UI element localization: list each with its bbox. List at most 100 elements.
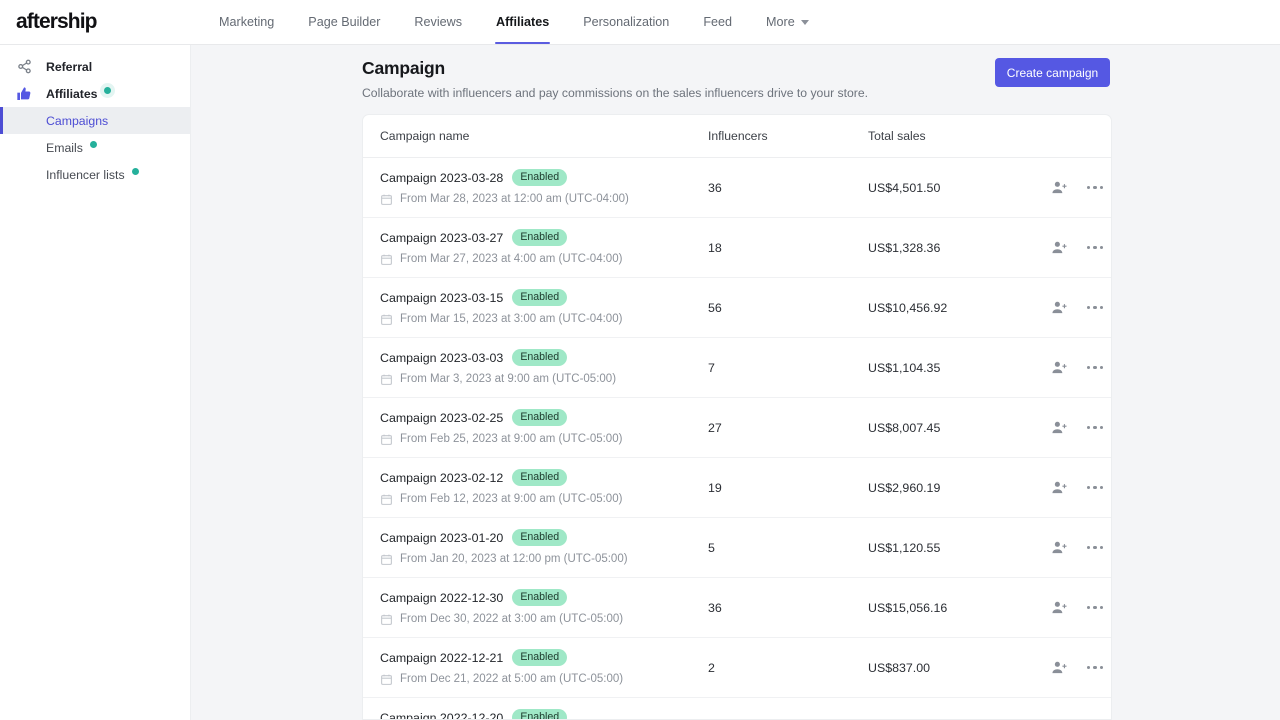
campaign-name: Campaign 2023-03-27 — [380, 231, 503, 245]
campaign-name-cell: Campaign 2023-02-25 Enabled From Feb 25,… — [380, 409, 708, 445]
add-person-icon[interactable] — [1048, 418, 1070, 438]
notification-dot-influencer-lists — [132, 168, 139, 175]
row-actions — [1048, 658, 1112, 678]
tab-affiliates[interactable]: Affiliates — [479, 0, 566, 44]
table-row[interactable]: Campaign 2023-02-12 Enabled From Feb 12,… — [363, 458, 1111, 518]
more-options-icon[interactable] — [1084, 298, 1106, 318]
campaign-name-line: Campaign 2023-02-12 Enabled — [380, 469, 708, 485]
campaign-date: From Mar 3, 2023 at 9:00 am (UTC-05:00) — [400, 373, 616, 385]
table-row[interactable]: Campaign 2022-12-20 Enabled — [363, 698, 1111, 720]
campaign-date: From Mar 27, 2023 at 4:00 am (UTC-04:00) — [400, 253, 622, 265]
table-row[interactable]: Campaign 2023-02-25 Enabled From Feb 25,… — [363, 398, 1111, 458]
campaign-date: From Mar 28, 2023 at 12:00 am (UTC-04:00… — [400, 193, 629, 205]
campaign-name-cell: Campaign 2023-03-27 Enabled From Mar 27,… — [380, 229, 708, 265]
add-person-icon[interactable] — [1048, 238, 1070, 258]
tab-more[interactable]: More — [749, 0, 826, 44]
influencers-count: 27 — [708, 421, 868, 435]
brand-name: aftership — [16, 10, 97, 34]
total-sales-value: US$1,328.36 — [868, 241, 1048, 255]
campaign-date-line: From Feb 12, 2023 at 9:00 am (UTC-05:00) — [380, 493, 708, 506]
tab-feed[interactable]: Feed — [686, 0, 749, 44]
campaign-date: From Dec 30, 2022 at 3:00 am (UTC-05:00) — [400, 613, 623, 625]
sidebar-item-influencer-lists[interactable]: Influencer lists — [0, 161, 190, 188]
calendar-icon — [380, 313, 393, 326]
sidebar-item-referral[interactable]: Referral — [0, 53, 190, 80]
add-person-icon[interactable] — [1048, 298, 1070, 318]
calendar-icon — [380, 673, 393, 686]
campaign-date: From Jan 20, 2023 at 12:00 pm (UTC-05:00… — [400, 553, 628, 565]
column-header-campaign-name: Campaign name — [380, 129, 708, 143]
status-badge: Enabled — [512, 169, 567, 185]
ellipsis-dots — [1087, 486, 1103, 489]
tab-marketing[interactable]: Marketing — [202, 0, 291, 44]
add-person-icon[interactable] — [1048, 658, 1070, 678]
status-badge: Enabled — [512, 349, 567, 365]
campaign-name-line: Campaign 2023-01-20 Enabled — [380, 529, 708, 545]
influencers-count: 2 — [708, 661, 868, 675]
more-options-icon[interactable] — [1084, 178, 1106, 198]
primary-nav: Marketing Page Builder Reviews Affiliate… — [202, 0, 826, 44]
more-options-icon[interactable] — [1084, 478, 1106, 498]
total-sales-value: US$8,007.45 — [868, 421, 1048, 435]
sidebar-item-emails-label: Emails — [46, 141, 83, 155]
total-sales-value: US$2,960.19 — [868, 481, 1048, 495]
sidebar-item-campaigns[interactable]: Campaigns — [0, 107, 190, 134]
ellipsis-dots — [1087, 666, 1103, 669]
campaign-name: Campaign 2022-12-30 — [380, 591, 503, 605]
campaign-name-cell: Campaign 2023-03-03 Enabled From Mar 3, … — [380, 349, 708, 385]
campaign-name-cell: Campaign 2023-03-15 Enabled From Mar 15,… — [380, 289, 708, 325]
add-person-icon[interactable] — [1048, 358, 1070, 378]
add-person-icon[interactable] — [1048, 178, 1070, 198]
add-person-icon[interactable] — [1048, 598, 1070, 618]
more-options-icon[interactable] — [1084, 658, 1106, 678]
table-row[interactable]: Campaign 2022-12-30 Enabled From Dec 30,… — [363, 578, 1111, 638]
more-options-icon[interactable] — [1084, 598, 1106, 618]
table-row[interactable]: Campaign 2023-03-27 Enabled From Mar 27,… — [363, 218, 1111, 278]
influencers-count: 18 — [708, 241, 868, 255]
tab-more-label: More — [766, 15, 795, 29]
tab-reviews[interactable]: Reviews — [397, 0, 479, 44]
ellipsis-dots — [1087, 606, 1103, 609]
campaign-name: Campaign 2023-02-12 — [380, 471, 503, 485]
create-campaign-button[interactable]: Create campaign — [995, 58, 1110, 87]
calendar-icon — [380, 493, 393, 506]
more-options-icon[interactable] — [1084, 538, 1106, 558]
ellipsis-dots — [1087, 546, 1103, 549]
table-row[interactable]: Campaign 2023-03-15 Enabled From Mar 15,… — [363, 278, 1111, 338]
sidebar-item-referral-label: Referral — [46, 60, 92, 74]
more-options-icon[interactable] — [1084, 358, 1106, 378]
row-actions — [1048, 478, 1112, 498]
tab-marketing-label: Marketing — [219, 15, 274, 29]
sidebar-item-affiliates[interactable]: Affiliates — [0, 80, 190, 107]
campaign-name: Campaign 2023-01-20 — [380, 531, 503, 545]
campaign-name-line: Campaign 2023-03-28 Enabled — [380, 169, 708, 185]
table-row[interactable]: Campaign 2023-03-03 Enabled From Mar 3, … — [363, 338, 1111, 398]
aftership-logo[interactable]: aftership — [0, 0, 190, 44]
tab-personalization[interactable]: Personalization — [566, 0, 686, 44]
app-root: aftership Marketing Page Builder Reviews… — [0, 0, 1280, 720]
campaign-name-cell: Campaign 2023-03-28 Enabled From Mar 28,… — [380, 169, 708, 205]
status-badge: Enabled — [512, 289, 567, 305]
ellipsis-dots — [1087, 426, 1103, 429]
sidebar-item-emails[interactable]: Emails — [0, 134, 190, 161]
campaign-name-line: Campaign 2023-03-27 Enabled — [380, 229, 708, 245]
sidebar: Referral Affiliates Campaigns Emails Inf… — [0, 45, 191, 720]
campaign-date: From Feb 25, 2023 at 9:00 am (UTC-05:00) — [400, 433, 622, 445]
more-options-icon[interactable] — [1084, 238, 1106, 258]
campaign-name-cell: Campaign 2022-12-20 Enabled — [380, 709, 708, 720]
status-badge: Enabled — [512, 229, 567, 245]
status-badge: Enabled — [512, 409, 567, 425]
more-options-icon[interactable] — [1084, 418, 1106, 438]
row-actions — [1048, 238, 1112, 258]
campaign-name: Campaign 2022-12-20 — [380, 711, 503, 720]
campaign-date: From Mar 15, 2023 at 3:00 am (UTC-04:00) — [400, 313, 622, 325]
add-person-icon[interactable] — [1048, 478, 1070, 498]
tab-page-builder[interactable]: Page Builder — [291, 0, 397, 44]
table-row[interactable]: Campaign 2023-01-20 Enabled From Jan 20,… — [363, 518, 1111, 578]
influencers-count: 7 — [708, 361, 868, 375]
add-person-icon[interactable] — [1048, 538, 1070, 558]
table-row[interactable]: Campaign 2023-03-28 Enabled From Mar 28,… — [363, 158, 1111, 218]
table-row[interactable]: Campaign 2022-12-21 Enabled From Dec 21,… — [363, 638, 1111, 698]
campaign-date: From Dec 21, 2022 at 5:00 am (UTC-05:00) — [400, 673, 623, 685]
campaign-table-card: Campaign name Influencers Total sales Ca… — [362, 114, 1112, 720]
